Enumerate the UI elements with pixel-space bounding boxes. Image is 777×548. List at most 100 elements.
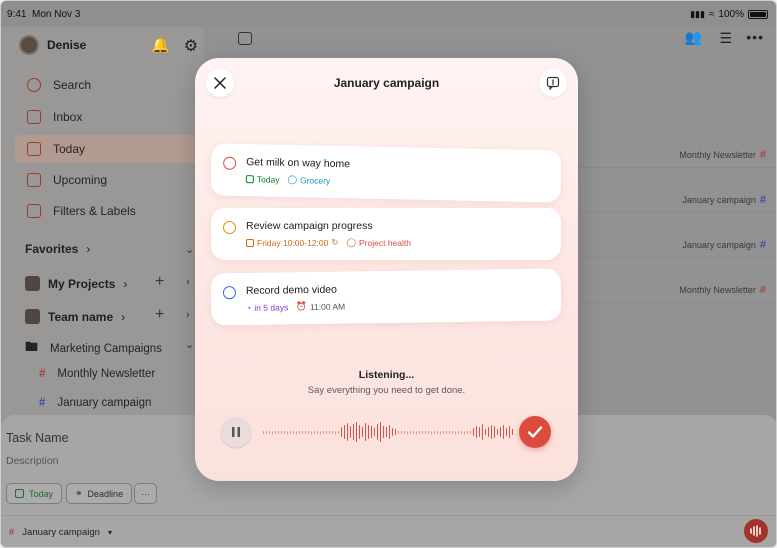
settings-gear-icon[interactable]: ⚙: [184, 36, 198, 56]
pause-icon: [232, 427, 240, 437]
status-time: 9:41 Mon Nov 3: [7, 9, 81, 20]
task-meta: ◔ in 5 days ⏰ 11:00 AM: [246, 301, 345, 313]
sidebar-folder-marketing[interactable]: 🖿 Marketing Campaigns: [25, 338, 162, 360]
task-card[interactable]: Record demo video ◔ in 5 days ⏰ 11:00 AM: [210, 268, 562, 326]
waveform-bar: [272, 430, 273, 434]
deadline-chip-label: Deadline: [87, 488, 124, 499]
project-selector-label: January campaign: [22, 527, 100, 538]
waveform-icon: [750, 525, 761, 537]
waveform-bar: [332, 430, 333, 434]
add-team-project-icon[interactable]: +: [155, 306, 164, 324]
chevron-right-icon: ›: [121, 309, 126, 324]
hash-icon: #: [39, 368, 46, 380]
modal-title: January campaign: [333, 76, 440, 90]
waveform-bar: [491, 425, 492, 439]
hash-icon: #: [759, 194, 766, 206]
waveform-bar: [296, 430, 297, 434]
task-date: ◔ in 5 days: [246, 301, 289, 313]
more-options-icon: ···: [141, 488, 150, 499]
listening-title: Listening...: [358, 369, 415, 381]
waveform-bar: [314, 430, 315, 434]
feedback-button[interactable]: [539, 69, 567, 97]
task-label: ◯ Grocery: [287, 173, 331, 186]
task-checkbox[interactable]: [222, 286, 237, 300]
waveform-bar: [476, 426, 477, 438]
feedback-icon: [546, 76, 560, 90]
project-selector[interactable]: # January campaign ▾: [9, 527, 112, 538]
waveform-bar: [305, 430, 306, 434]
tag-icon: ◯: [346, 237, 356, 247]
sidebar-item-today[interactable]: Today: [15, 135, 205, 163]
waveform-bar: [410, 430, 411, 434]
listening-subtitle: Say everything you need to get done.: [307, 385, 466, 396]
caret-down-icon: ▾: [107, 528, 112, 537]
task-row-project: Monthly Newsletter #: [679, 284, 766, 296]
waveform-bar: [284, 430, 285, 434]
waveform-bar: [383, 426, 384, 438]
chevron-down-icon[interactable]: ⌄: [185, 338, 194, 351]
waveform-bar: [302, 430, 303, 434]
chevron-right-icon: ›: [123, 276, 128, 291]
task-title: Review campaign progress: [246, 220, 373, 232]
sidebar-item-filters[interactable]: Filters & Labels: [27, 204, 136, 218]
view-options-icon[interactable]: ☰: [719, 30, 732, 47]
chevron-right-icon[interactable]: ›: [186, 276, 190, 288]
task-card[interactable]: Review campaign progress Friday 10:00-12…: [211, 208, 561, 260]
task-reminder: ⏰ 11:00 AM: [296, 301, 346, 312]
voice-input-button[interactable]: [744, 519, 768, 543]
task-checkbox[interactable]: [223, 156, 237, 170]
waveform-bar: [494, 426, 495, 438]
waveform-bar: [440, 430, 441, 434]
task-date: Today: [245, 174, 280, 184]
more-options-button[interactable]: ···: [134, 483, 157, 504]
waveform-bar: [386, 427, 387, 437]
sidebar-toggle-icon[interactable]: [238, 32, 252, 45]
folder-label: Marketing Campaigns: [50, 343, 162, 355]
waveform-bar: [452, 430, 453, 434]
waveform-bar: [458, 430, 459, 434]
task-name-input[interactable]: Task Name: [6, 431, 69, 445]
waveform-bar: [503, 425, 504, 439]
project-label: January campaign: [57, 397, 152, 409]
waveform-bar: [350, 426, 351, 438]
waveform-bar: [473, 428, 474, 436]
pause-button[interactable]: [221, 417, 251, 447]
sidebar-item-label: Filters & Labels: [53, 204, 136, 218]
today-chip[interactable]: Today: [6, 483, 63, 504]
waveform-bar: [461, 430, 462, 434]
favorites-section[interactable]: Favorites ›: [25, 242, 90, 256]
team-section[interactable]: Team name ›: [25, 309, 125, 324]
avatar: [19, 35, 39, 55]
checkmark-icon: [527, 426, 543, 438]
alarm-icon: ⏰: [296, 301, 307, 312]
description-input[interactable]: Description: [6, 455, 59, 467]
sidebar-item-inbox[interactable]: Inbox: [27, 110, 82, 124]
sidebar-item-label: Inbox: [53, 110, 83, 124]
waveform-bar: [497, 429, 498, 435]
task-checkbox[interactable]: [223, 221, 236, 234]
notifications-bell-icon[interactable]: 🔔: [151, 36, 170, 56]
sidebar-item-january-campaign[interactable]: # January campaign: [39, 397, 151, 409]
waveform-bar: [428, 430, 429, 434]
my-projects-section[interactable]: My Projects ›: [25, 276, 127, 291]
waveform-bar: [395, 429, 396, 435]
deadline-chip[interactable]: ⚭ Deadline: [66, 483, 133, 504]
share-people-icon[interactable]: 👥: [685, 29, 702, 46]
favorites-label: Favorites: [25, 242, 79, 256]
confirm-button[interactable]: [519, 416, 551, 448]
task-row-project: January campaign #: [682, 239, 766, 251]
hash-icon: #: [39, 397, 46, 409]
waveform-bar: [374, 428, 375, 436]
chevron-down-icon[interactable]: ⌄: [185, 243, 194, 256]
user-menu[interactable]: Denise: [19, 35, 86, 55]
waveform-bar: [293, 430, 294, 434]
divider: [1, 515, 776, 516]
add-project-icon[interactable]: +: [155, 273, 164, 291]
sidebar-item-upcoming[interactable]: Upcoming: [27, 173, 107, 187]
chevron-right-icon[interactable]: ›: [186, 309, 190, 321]
task-card[interactable]: Get milk on way home Today ◯ Grocery: [210, 143, 562, 203]
sidebar-item-search[interactable]: Search: [27, 78, 91, 92]
deadline-icon: ⚭: [75, 488, 83, 498]
more-options-icon[interactable]: •••: [746, 29, 764, 45]
sidebar-item-monthly-newsletter[interactable]: # Monthly Newsletter: [39, 368, 155, 380]
